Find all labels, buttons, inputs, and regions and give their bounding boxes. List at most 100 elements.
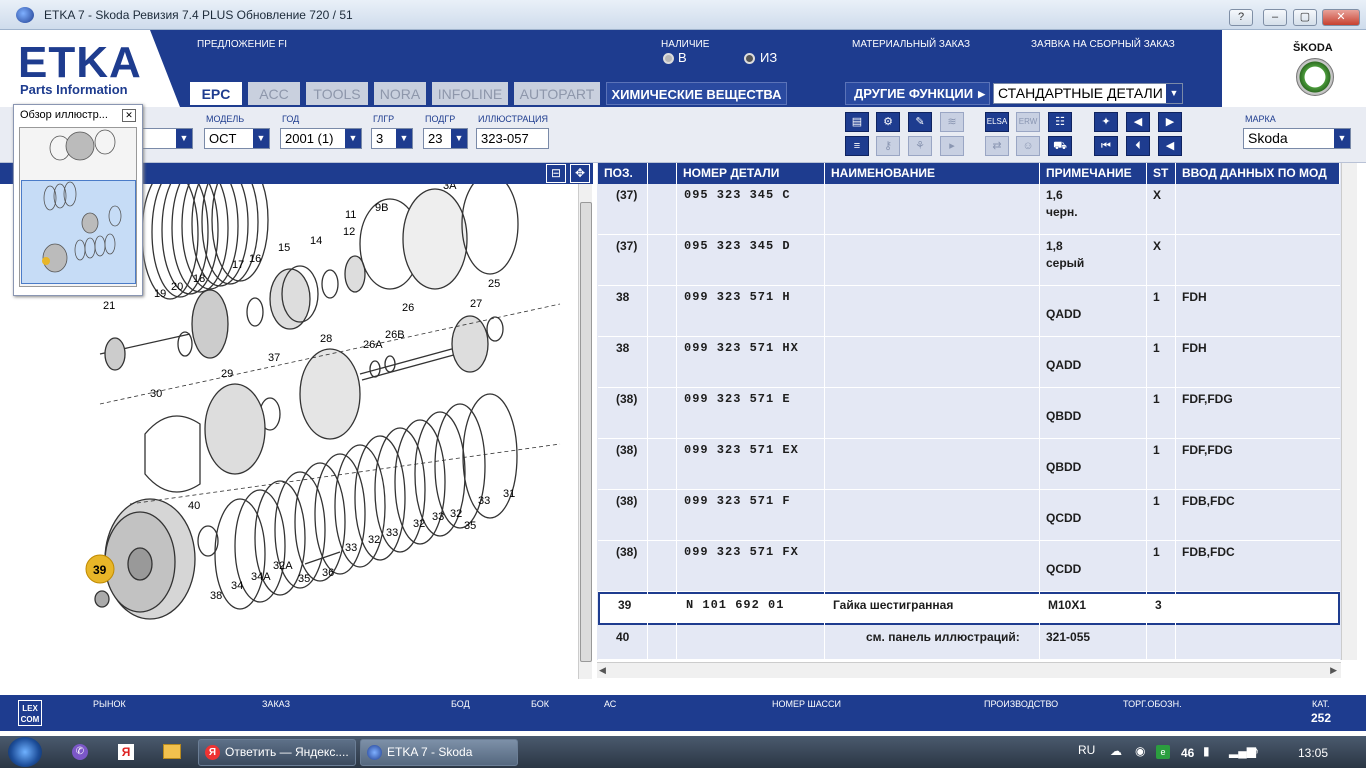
tree-icon[interactable]: ⚘ xyxy=(908,136,932,156)
make-select[interactable]: Skoda ▼ xyxy=(1243,128,1351,149)
pin-icon[interactable]: ✦ xyxy=(1094,112,1118,132)
back-icon[interactable]: ◀ xyxy=(1158,136,1182,156)
table-row[interactable]: (37) 095 323 345 C 1,6 черн. X xyxy=(598,184,1340,235)
folder-icon[interactable] xyxy=(163,744,181,759)
hg-select[interactable]: 3 ▼ xyxy=(371,128,413,149)
close-button[interactable]: ✕ xyxy=(1322,9,1360,26)
move-icon[interactable]: ✥ xyxy=(570,164,590,183)
year-select[interactable]: 2001 (1) ▼ xyxy=(280,128,362,149)
erwin-icon[interactable]: ERW xyxy=(1016,112,1040,132)
tab-nora[interactable]: NORA xyxy=(374,82,426,105)
edit-icon[interactable]: ✎ xyxy=(908,112,932,132)
start-button[interactable] xyxy=(8,737,42,767)
battery-icon[interactable]: ▮ xyxy=(1203,744,1210,758)
tab-autopart[interactable]: AUTOPART xyxy=(514,82,600,105)
table-row[interactable]: 38 099 323 571 H QADD 1 FDH xyxy=(598,286,1340,337)
see-panel-label: см. панель иллюстраций: xyxy=(866,630,1020,644)
col-divider xyxy=(824,184,825,660)
row-model-data: FDF,FDG xyxy=(1182,392,1233,406)
table-row[interactable]: 38 099 323 571 HX QADD 1 FDH xyxy=(598,337,1340,388)
skype-icon[interactable]: e xyxy=(1156,745,1170,759)
row-pos: (37) xyxy=(616,188,638,202)
assembly-order-link[interactable]: ЗАЯВКА НА СБОРНЫЙ ЗАКАЗ xyxy=(1031,39,1175,50)
yandex-icon[interactable]: Я xyxy=(118,744,134,760)
table-row-see-panel[interactable]: 40 см. панель иллюстраций: 321-055 xyxy=(598,626,1340,660)
row-st: 3 xyxy=(1155,598,1162,612)
overview-window[interactable]: Обзор иллюстр... ✕ xyxy=(13,104,143,296)
see-panel-ref[interactable]: 321-055 xyxy=(1046,630,1090,644)
tab-chemicals[interactable]: ХИМИЧЕСКИЕ ВЕЩЕСТВА xyxy=(606,82,787,105)
radio-iz[interactable] xyxy=(744,53,755,64)
viber-icon[interactable]: ✆ xyxy=(72,744,88,760)
model-label: МОДЕЛЬ xyxy=(206,114,245,124)
row-part-no: 099 323 571 H xyxy=(684,290,791,304)
table-hscrollbar[interactable]: ◀ ▶ xyxy=(597,662,1341,678)
illustration-field[interactable]: 323-057 xyxy=(476,128,549,149)
split-view-icon[interactable]: ⊟ xyxy=(546,164,566,183)
tab-tools[interactable]: TOOLS xyxy=(306,82,368,105)
table-row[interactable]: (38) 099 323 571 F QCDD 1 FDB,FDC xyxy=(598,490,1340,541)
col-part-no[interactable]: НОМЕР ДЕТАЛИ xyxy=(677,163,825,184)
table-row[interactable]: (38) 099 323 571 E QBDD 1 FDF,FDG xyxy=(598,388,1340,439)
other-functions-label[interactable]: ДРУГИЕ ФУНКЦИИ ▶ xyxy=(845,82,990,105)
skip-back-icon[interactable]: ⏴ xyxy=(1126,136,1150,156)
cart-list-icon[interactable]: ☷ xyxy=(1048,112,1072,132)
row-note: 1,6 xyxy=(1046,188,1063,202)
task-yandex-browser[interactable]: Я Ответить — Яндекс.... xyxy=(198,739,356,766)
col-name[interactable]: НАИМЕНОВАНИЕ xyxy=(825,163,1040,184)
other-functions-select[interactable]: СТАНДАРТНЫЕ ДЕТАЛИ ▼ xyxy=(993,83,1183,104)
key-icon[interactable]: ⚷ xyxy=(876,136,900,156)
tab-epc[interactable]: EPC xyxy=(190,82,242,105)
volume-icon[interactable]: ♪ xyxy=(1253,744,1259,758)
model-select[interactable]: OCT ▼ xyxy=(204,128,270,149)
illustration-scrollbar[interactable] xyxy=(578,184,592,679)
play-icon[interactable]: ▸ xyxy=(940,136,964,156)
help-button[interactable]: ? xyxy=(1229,9,1253,26)
skoda-wordmark: ŠKODA xyxy=(1293,42,1333,54)
material-order-link[interactable]: МАТЕРИАЛЬНЫЙ ЗАКАЗ xyxy=(852,39,970,50)
language-indicator[interactable]: RU xyxy=(1078,743,1095,757)
market-select[interactable]: ▼ xyxy=(140,128,193,149)
sg-select[interactable]: 23 ▼ xyxy=(423,128,468,149)
transfer-icon[interactable]: ⇄ xyxy=(985,136,1009,156)
hg-label: ГЛГР xyxy=(373,114,395,124)
task-etka[interactable]: ETKA 7 - Skoda xyxy=(360,739,518,766)
radio-b[interactable] xyxy=(663,53,674,64)
cart-icon[interactable]: ⛟ xyxy=(1048,136,1072,156)
tray-app-icon[interactable]: ◉ xyxy=(1135,744,1145,758)
row-st: 1 xyxy=(1153,290,1160,304)
col-model-data[interactable]: ВВОД ДАННЫХ ПО МОД xyxy=(1176,163,1340,184)
tab-acc[interactable]: ACC xyxy=(248,82,300,105)
col-note[interactable]: ПРИМЕЧАНИЕ xyxy=(1040,163,1147,184)
elsa-icon[interactable]: ELSA xyxy=(985,112,1009,132)
table-vscrollbar[interactable] xyxy=(1341,163,1357,660)
tab-infoline[interactable]: INFOLINE xyxy=(432,82,508,105)
table-row[interactable]: (37) 095 323 345 D 1,8 серый X xyxy=(598,235,1340,286)
notes-icon[interactable]: ≋ xyxy=(940,112,964,132)
print-icon[interactable]: ▤ xyxy=(845,112,869,132)
search-part-icon[interactable]: ⚙ xyxy=(876,112,900,132)
minimize-button[interactable]: – xyxy=(1263,9,1287,26)
row-model-data: FDB,FDC xyxy=(1182,494,1235,508)
col-st[interactable]: ST xyxy=(1147,163,1176,184)
prev-page-icon[interactable]: ◀ xyxy=(1126,112,1150,132)
list-icon[interactable]: ≡ xyxy=(845,136,869,156)
bok-label: БОК xyxy=(531,699,550,709)
table-row[interactable]: (38) 099 323 571 EX QBDD 1 FDF,FDG xyxy=(598,439,1340,490)
scroll-thumb[interactable] xyxy=(580,202,592,662)
col-divider xyxy=(676,184,677,660)
overview-close-icon[interactable]: ✕ xyxy=(122,109,136,122)
first-icon[interactable]: ⏮ xyxy=(1094,136,1118,156)
row-model-data: FDF,FDG xyxy=(1182,443,1233,457)
table-row[interactable]: (38) 099 323 571 FX QCDD 1 FDB,FDC xyxy=(598,541,1340,592)
signal-icon[interactable]: ▂▄▆ xyxy=(1229,744,1256,758)
users-icon[interactable]: ☺ xyxy=(1016,136,1040,156)
scroll-left-icon[interactable]: ◀ xyxy=(599,665,606,676)
next-page-icon[interactable]: ▶ xyxy=(1158,112,1182,132)
row-pos: 40 xyxy=(616,630,630,644)
cloud-icon[interactable]: ☁ xyxy=(1110,744,1122,758)
scroll-right-icon[interactable]: ▶ xyxy=(1330,665,1337,676)
maximize-button[interactable]: ▢ xyxy=(1293,9,1317,26)
col-pos[interactable]: ПОЗ. xyxy=(598,163,648,184)
table-row[interactable]: 39 N 101 692 01 Гайка шестигранная M10X1 3 xyxy=(598,592,1340,625)
